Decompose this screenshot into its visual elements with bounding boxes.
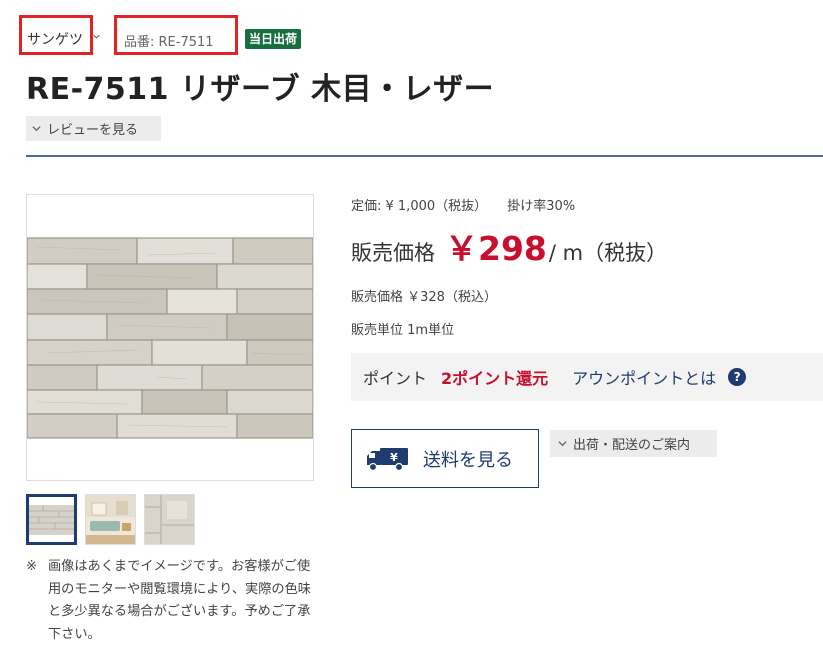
thumbnail-texture-image — [29, 497, 74, 542]
svg-text:¥: ¥ — [390, 451, 398, 464]
shipping-cost-label: 送料を見る — [423, 449, 513, 471]
chevron-down-icon — [32, 126, 41, 132]
truck-icon: ¥ — [367, 447, 408, 471]
thumbnail-1[interactable] — [26, 494, 77, 545]
product-page: サンゲツ 品番: RE-7511 当日出荷 RE-7511 リザーブ 木目・レザ… — [0, 0, 823, 655]
review-toggle-button[interactable]: レビューを見る — [26, 116, 161, 141]
discount-rate: 掛け率30% — [507, 199, 576, 214]
sales-unit: 販売単位 1m単位 — [351, 323, 455, 338]
delivery-info-label: 出荷・配送のご案内 — [573, 438, 691, 453]
question-circle-icon[interactable]: ? — [728, 368, 747, 386]
review-toggle-label: レビューを見る — [47, 123, 139, 138]
note-mark: ※ — [26, 559, 38, 574]
note-text: 画像はあくまでイメージです。お客様がご使用のモニターや閲覧環境により、実際の色味… — [48, 559, 311, 642]
section-divider — [26, 155, 823, 157]
thumbnail-2[interactable] — [85, 494, 136, 545]
wood-plank-texture — [26, 237, 314, 439]
page-title: RE-7511 リザーブ 木目・レザー — [26, 72, 495, 107]
same-day-shipping-badge: 当日出荷 — [245, 29, 302, 49]
product-code: 品番: RE-7511 — [124, 35, 214, 50]
chevron-down-icon[interactable] — [93, 33, 100, 40]
sale-price-row: 販売価格 ￥298 / m（税抜） — [351, 222, 667, 270]
points-bar: ポイント 2ポイント還元 アウンポイントとは ? — [351, 353, 823, 401]
delivery-info-toggle[interactable]: 出荷・配送のご案内 — [550, 430, 717, 457]
sale-price-label: 販売価格 — [351, 241, 435, 265]
brand-link[interactable]: サンゲツ — [27, 29, 83, 49]
thumbnail-closeup-image — [145, 495, 194, 544]
points-label: ポイント — [363, 369, 428, 388]
sale-price: ￥298 — [445, 229, 547, 268]
thumbnail-3[interactable] — [144, 494, 195, 545]
tax-included-price: 販売価格 ￥328（税込） — [351, 290, 497, 305]
main-product-image[interactable] — [26, 194, 314, 481]
thumbnail-room-image — [86, 495, 135, 544]
list-price-line: 定価: ¥ 1,000（税抜） 掛け率30% — [351, 195, 575, 214]
points-value: 2ポイント還元 — [441, 369, 549, 388]
sale-price-unit: / m（税抜） — [548, 241, 668, 265]
shipping-cost-button[interactable]: ¥ 送料を見る — [351, 429, 539, 488]
chevron-down-icon — [558, 441, 567, 447]
list-price: 定価: ¥ 1,000（税抜） — [351, 199, 488, 214]
points-help-link[interactable]: アウンポイントとは — [572, 365, 716, 389]
